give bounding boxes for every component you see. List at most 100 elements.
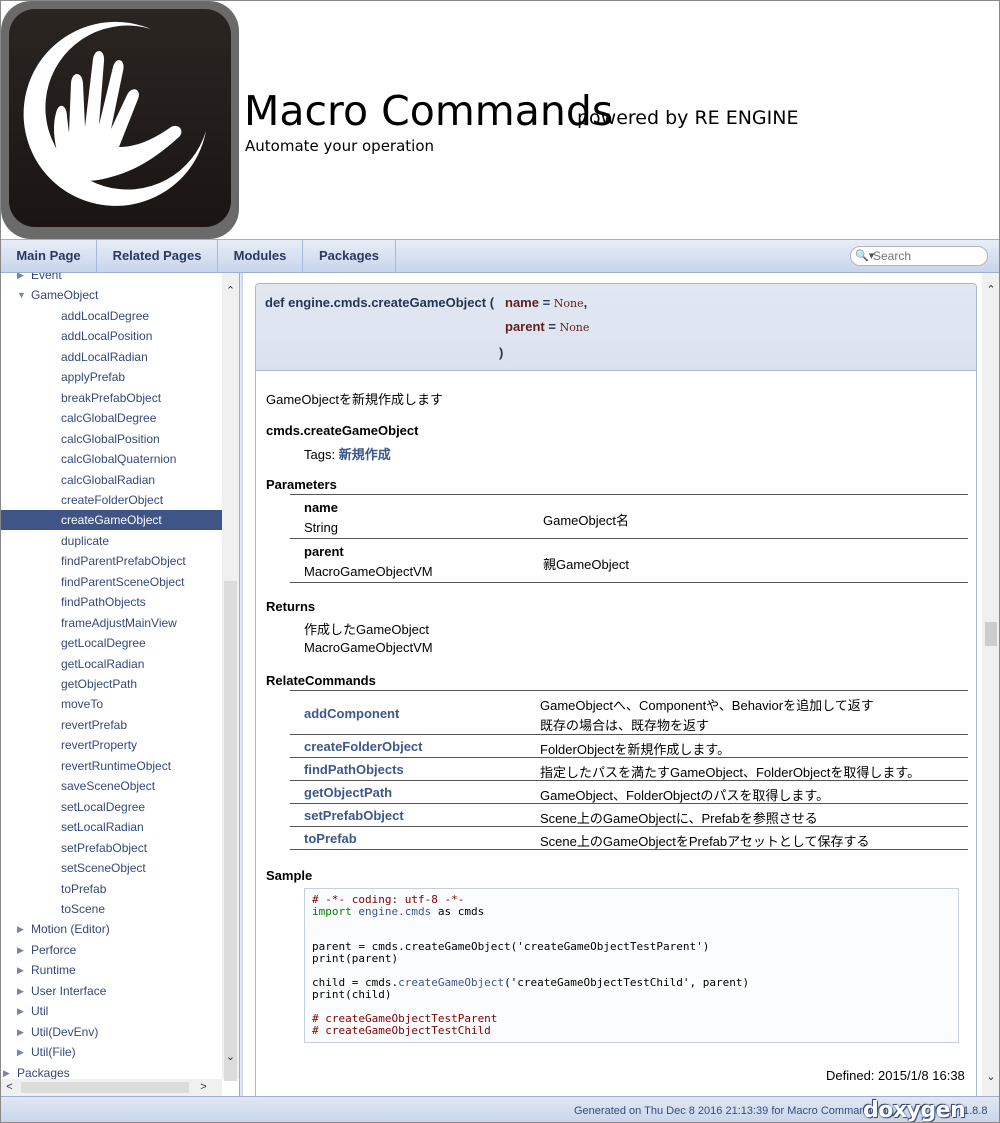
sidebar-item-util-devenv[interactable]: ▶ Util(DevEnv)	[1, 1022, 222, 1042]
expand-arrow-right-icon[interactable]: ▶	[17, 1042, 24, 1062]
sidebar-item-revertprefab[interactable]: revertPrefab	[1, 715, 222, 735]
sidebar-item-calcglobalposition[interactable]: calcGlobalPosition	[1, 429, 222, 449]
doxygen-logo[interactable]: doxygen	[863, 1098, 966, 1122]
tab-modules[interactable]: Modules	[218, 240, 303, 273]
content-vertical-scrollbar[interactable]: ⌃ ⌄	[982, 273, 999, 1096]
splitter-handle[interactable]	[239, 273, 243, 1096]
sidebar-item-setlocalradian[interactable]: setLocalRadian	[1, 817, 222, 837]
expand-arrow-down-icon[interactable]: ▼	[17, 285, 26, 305]
expand-arrow-right-icon[interactable]: ▶	[3, 1063, 10, 1079]
tab-packages[interactable]: Packages	[303, 240, 396, 273]
relate-desc: Scene上のGameObjectに、Prefabを参照させる	[540, 811, 818, 826]
sidebar-item-runtime[interactable]: ▶ Runtime	[1, 960, 222, 980]
sidebar-item-calcglobalradian[interactable]: calcGlobalRadian	[1, 470, 222, 490]
search-input[interactable]	[873, 248, 983, 264]
sidebar-item-perforce[interactable]: ▶ Perforce	[1, 940, 222, 960]
doc-content: def engine.cmds.createGameObject ( name …	[244, 273, 982, 1096]
sidebar-item-event[interactable]: ▶ Event	[1, 273, 222, 285]
relate-link-setprefabobject[interactable]: setPrefabObject	[304, 808, 404, 823]
divider	[290, 826, 968, 827]
divider	[290, 582, 968, 583]
scroll-thumb[interactable]	[985, 622, 997, 646]
sidebar-item-addlocaldegree[interactable]: addLocalDegree	[1, 306, 222, 326]
sidebar-item-findparentsceneobject[interactable]: findParentSceneObject	[1, 572, 222, 592]
relate-link-addcomponent[interactable]: addComponent	[304, 706, 399, 721]
doxygen-version: 1.8.8	[963, 1105, 988, 1117]
sidebar-item-breakprefabobject[interactable]: breakPrefabObject	[1, 388, 222, 408]
divider	[290, 538, 968, 539]
expand-arrow-right-icon[interactable]: ▶	[17, 273, 24, 285]
defined-timestamp: Defined: 2015/1/8 16:38	[826, 1068, 965, 1083]
relate-link-toprefab[interactable]: toPrefab	[304, 831, 357, 846]
sidebar-item-toscene[interactable]: toScene	[1, 899, 222, 919]
scroll-left-icon[interactable]: <	[1, 1079, 18, 1096]
expand-arrow-right-icon[interactable]: ▶	[17, 1001, 24, 1021]
expand-arrow-right-icon[interactable]: ▶	[17, 1022, 24, 1042]
expand-arrow-right-icon[interactable]: ▶	[17, 919, 24, 939]
sidebar-item-getlocaldegree[interactable]: getLocalDegree	[1, 633, 222, 653]
scroll-right-icon[interactable]: >	[195, 1079, 212, 1096]
footer: Generated on Thu Dec 8 2016 21:13:39 for…	[1, 1096, 999, 1122]
sidebar-item-applyprefab[interactable]: applyPrefab	[1, 367, 222, 387]
tag-link[interactable]: 新規作成	[339, 447, 391, 462]
expand-arrow-right-icon[interactable]: ▶	[17, 960, 24, 980]
expand-arrow-right-icon[interactable]: ▶	[17, 981, 24, 1001]
sidebar-item-calcglobalquaternion[interactable]: calcGlobalQuaternion	[1, 449, 222, 469]
sidebar-item-util[interactable]: ▶ Util	[1, 1001, 222, 1021]
sidebar-item-addlocalradian[interactable]: addLocalRadian	[1, 347, 222, 367]
sidebar-item-label: Util(DevEnv)	[31, 1024, 99, 1039]
sidebar-item-duplicate[interactable]: duplicate	[1, 531, 222, 551]
sidebar-item-gameobject[interactable]: ▼ GameObject	[1, 285, 222, 305]
sidebar-item-getobjectpath[interactable]: getObjectPath	[1, 674, 222, 694]
sidebar-item-label: findPathObjects	[61, 595, 146, 610]
scroll-down-icon[interactable]: ⌄	[222, 1049, 239, 1066]
sidebar-item-motion-editor[interactable]: ▶ Motion (Editor)	[1, 919, 222, 939]
sidebar-item-getlocalradian[interactable]: getLocalRadian	[1, 654, 222, 674]
sidebar-item-revertruntimeobject[interactable]: revertRuntimeObject	[1, 756, 222, 776]
sidebar-item-label: setSceneObject	[61, 861, 146, 876]
relate-link-getobjectpath[interactable]: getObjectPath	[304, 785, 392, 800]
tab-main-page[interactable]: Main Page	[1, 240, 97, 273]
relate-link-findpathobjects[interactable]: findPathObjects	[304, 762, 404, 777]
sidebar-item-createfolderobject[interactable]: createFolderObject	[1, 490, 222, 510]
main-navbar: Main Page Related Pages Modules Packages…	[1, 239, 999, 273]
code-line: print(parent)	[312, 952, 399, 965]
sidebar-vertical-scrollbar[interactable]: ⌃ ⌄	[222, 273, 239, 1081]
sidebar-item-calcglobaldegree[interactable]: calcGlobalDegree	[1, 408, 222, 428]
scroll-up-icon[interactable]: ⌃	[222, 283, 239, 300]
sidebar-item-util-file[interactable]: ▶ Util(File)	[1, 1042, 222, 1062]
sidebar-item-findparentprefabobject[interactable]: findParentPrefabObject	[1, 551, 222, 571]
param-desc: 親GameObject	[543, 557, 629, 572]
scroll-thumb[interactable]	[224, 581, 237, 1081]
sidebar-item-setprefabobject[interactable]: setPrefabObject	[1, 838, 222, 858]
sidebar-item-addlocalposition[interactable]: addLocalPosition	[1, 326, 222, 346]
search-icon[interactable]: 🔍▾	[855, 249, 874, 262]
sidebar-item-creategameobject[interactable]: createGameObject	[1, 510, 222, 531]
sidebar-item-frameadjustmainview[interactable]: frameAdjustMainView	[1, 613, 222, 633]
scroll-up-icon[interactable]: ⌃	[982, 281, 999, 299]
sidebar-horizontal-scrollbar[interactable]: < >	[1, 1079, 222, 1096]
sidebar-item-packages[interactable]: ▶ Packages	[1, 1063, 222, 1079]
sidebar-item-user-interface[interactable]: ▶ User Interface	[1, 981, 222, 1001]
sidebar-item-label: setPrefabObject	[61, 840, 148, 855]
expand-arrow-right-icon[interactable]: ▶	[17, 940, 24, 960]
parameters-heading: Parameters	[266, 477, 337, 492]
command-name: cmds.createGameObject	[266, 423, 419, 438]
relate-desc: GameObject、FolderObjectのパスを取得します。	[540, 788, 830, 803]
scroll-thumb[interactable]	[21, 1082, 189, 1093]
sidebar-item-toprefab[interactable]: toPrefab	[1, 879, 222, 899]
relate-link-createfolderobject[interactable]: createFolderObject	[304, 739, 423, 754]
search-box[interactable]: 🔍▾	[850, 246, 988, 266]
scroll-down-icon[interactable]: ⌄	[982, 1068, 999, 1086]
sidebar-item-setsceneobject[interactable]: setSceneObject	[1, 858, 222, 878]
sidebar-item-findpathobjects[interactable]: findPathObjects	[1, 592, 222, 612]
tab-related-pages[interactable]: Related Pages	[97, 240, 218, 273]
side-nav: ▶ Event ▼ GameObject addLocalDegree addLocalP…	[1, 273, 239, 1096]
sidebar-item-savesceneobject[interactable]: saveSceneObject	[1, 776, 222, 796]
sidebar-item-label: calcGlobalRadian	[61, 472, 156, 487]
sidebar-item-setlocaldegree[interactable]: setLocalDegree	[1, 797, 222, 817]
code-sample: # -*- coding: utf-8 -*- import engine.cm…	[304, 888, 959, 1043]
page-title: Macro Commands	[244, 87, 614, 135]
sidebar-item-revertproperty[interactable]: revertProperty	[1, 735, 222, 755]
sidebar-item-moveto[interactable]: moveTo	[1, 694, 222, 714]
